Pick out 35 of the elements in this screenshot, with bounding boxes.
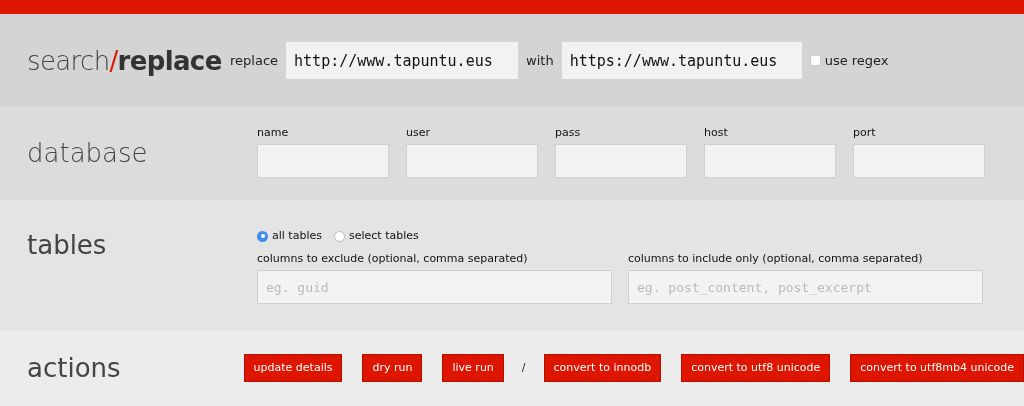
field-label: name	[257, 124, 290, 141]
separator-text: /	[521, 359, 526, 376]
input-field[interactable]	[406, 144, 538, 179]
input-field[interactable]: eg. post_content, post_excerpt	[628, 270, 983, 304]
section-heading: tables	[26, 229, 108, 262]
section-heading: actions	[26, 351, 122, 385]
field-label: host	[704, 124, 729, 141]
input-field[interactable]	[704, 144, 836, 179]
action-button[interactable]: convert to innodb	[543, 354, 662, 382]
page-title: search/replace	[26, 44, 223, 78]
with-label: with	[526, 51, 554, 70]
radio-button[interactable]	[333, 230, 345, 242]
input-field[interactable]	[257, 144, 389, 179]
action-button[interactable]: update details	[243, 354, 343, 382]
action-button[interactable]: dry run	[362, 354, 423, 382]
action-button[interactable]: convert to utf8 unicode	[681, 354, 831, 382]
action-button[interactable]: live run	[442, 354, 504, 382]
field-label: columns to exclude (optional, comma separated)	[257, 250, 529, 267]
with-field[interactable]: https://www.tapuntu.eus	[561, 42, 802, 79]
radio-button[interactable]	[257, 230, 268, 242]
regex-checkbox[interactable]	[809, 55, 821, 66]
section-heading: database	[26, 137, 149, 170]
input-field[interactable]: eg. guid	[257, 270, 612, 304]
replace-label: replace	[230, 51, 279, 70]
radio-label: all tables	[272, 228, 322, 244]
field-label: port	[853, 124, 877, 141]
action-button[interactable]: convert to utf8mb4 unicode	[850, 354, 1024, 382]
radio-label: select tables	[348, 228, 419, 244]
replace-field[interactable]: http://www.tapuntu.eus	[286, 42, 519, 79]
field-label: pass	[555, 124, 582, 141]
field-label: user	[406, 124, 431, 141]
input-field[interactable]	[853, 144, 985, 179]
regex-label: use regex	[824, 51, 889, 70]
input-field[interactable]	[555, 144, 687, 179]
field-label: columns to include only (optional, comma separated)	[628, 250, 924, 267]
